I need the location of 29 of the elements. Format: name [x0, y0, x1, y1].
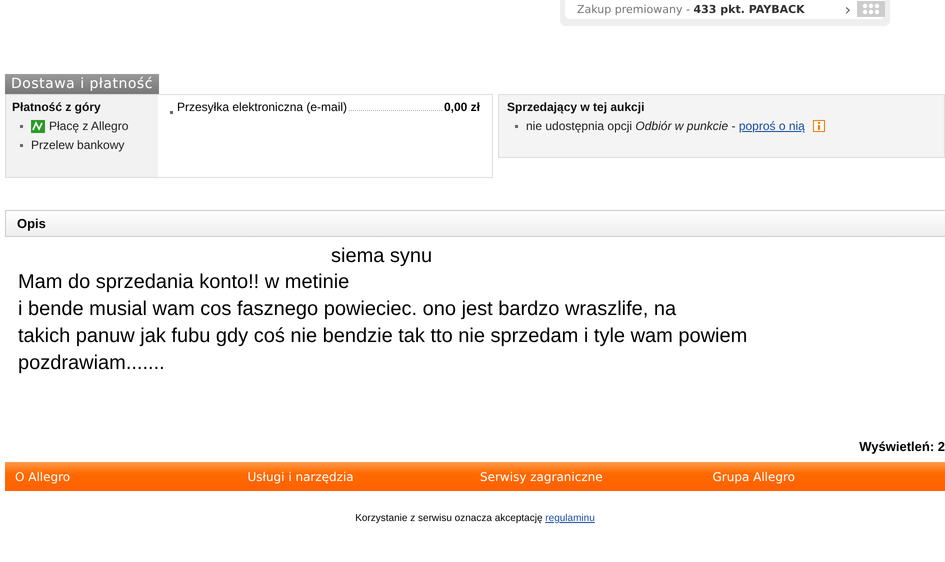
chevron-icon[interactable]: › [844, 3, 851, 16]
bullet-icon [515, 124, 518, 128]
description-header: Opis [5, 210, 945, 237]
seller-title: Sprzedający w tej aukcji [507, 100, 646, 114]
payment-method: Płacę z Allegro [49, 119, 128, 133]
description-line: Mam do sprzedania konto!! w metinie [18, 270, 350, 295]
bullet-icon [20, 144, 23, 146]
description-line: takich panuw jak fubu gdy coś nie bendzie tak tto nie sprzedam i tyle wam powiem [18, 324, 748, 349]
terms-text: Korzystanie z serwisu oznacza akceptację regulaminu [354, 513, 596, 524]
shipping-option: Przesyłka elektroniczna (e-mail) [177, 100, 348, 114]
footer-link[interactable]: Usługi i narzędzia [248, 470, 480, 484]
request-link[interactable]: poproś o nią [738, 119, 805, 133]
description-heading: siema synu [330, 244, 434, 269]
footer-link[interactable]: O Allegro [15, 470, 248, 484]
promo-text: Zakup premiowany - 433 pkt. PAYBACK [577, 3, 805, 16]
seller-note: nie udostępnia opcji Odbiór w punkcie - poproś o nią [526, 119, 805, 133]
description-line: pozdrawiam....... [18, 351, 166, 376]
view-count: Wyświetleń: 2 [859, 439, 945, 454]
shipping-price: 0,00 zł [444, 100, 480, 114]
description-line: i bende musial wam cos fasznego powieciec. ono jest bardzo wraszlife, na [18, 297, 678, 322]
info-icon[interactable] [812, 120, 825, 132]
payment-title: Płatność z góry [12, 100, 102, 114]
footer-link[interactable]: Grupa Allegro [712, 470, 945, 484]
section-title: Dostawa i płatność [5, 74, 159, 94]
payment-method: Przelew bankowy [31, 138, 124, 152]
footer-link[interactable]: Serwisy zagraniczne [480, 470, 712, 484]
terms-link[interactable]: regulaminu [545, 513, 595, 524]
bullet-icon [20, 124, 23, 128]
bullet-icon [170, 111, 173, 114]
